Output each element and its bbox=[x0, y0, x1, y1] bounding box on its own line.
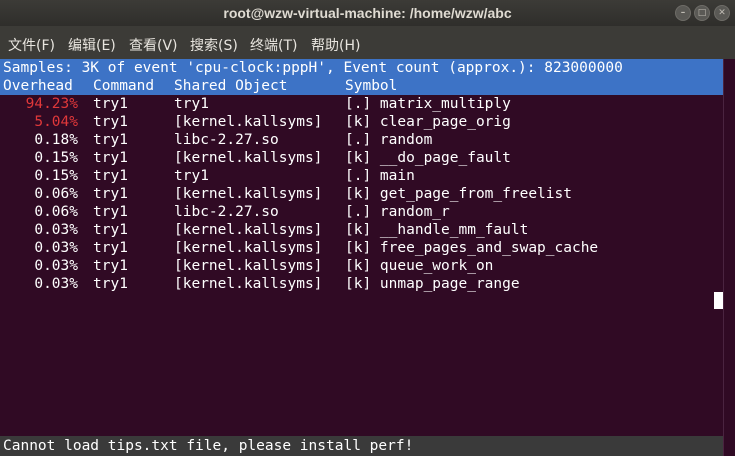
symbol-cell: [k] free_pages_and_swap_cache bbox=[345, 240, 599, 256]
overhead-cell: 0.18% bbox=[34, 132, 78, 148]
perf-row[interactable]: 0.03% try1 [kernel.kallsyms] [k] __handle_m… bbox=[3, 221, 723, 239]
shared-object-cell: libc-2.27.so bbox=[174, 132, 279, 148]
command-cell: try1 bbox=[93, 222, 128, 238]
symbol-cell: [.] random_r bbox=[345, 204, 450, 220]
symbol-cell: [.] random bbox=[345, 132, 433, 148]
command-cell: try1 bbox=[93, 240, 128, 256]
minimize-icon: – bbox=[680, 8, 686, 18]
symbol-cell: [.] matrix_multiply bbox=[345, 96, 511, 112]
command-cell: try1 bbox=[93, 168, 128, 184]
command-cell: try1 bbox=[93, 258, 128, 274]
maximize-button[interactable]: □ bbox=[694, 5, 710, 21]
menu-search[interactable]: 搜索(S) bbox=[190, 35, 238, 55]
command-cell: try1 bbox=[93, 204, 128, 220]
text-cursor bbox=[714, 292, 723, 309]
overhead-cell: 0.06% bbox=[34, 204, 78, 220]
perf-row[interactable]: 0.18% try1 libc-2.27.so [.] random bbox=[3, 131, 723, 149]
shared-object-cell: [kernel.kallsyms] bbox=[174, 222, 323, 238]
overhead-cell: 0.03% bbox=[34, 258, 78, 274]
command-cell: try1 bbox=[93, 132, 128, 148]
perf-row[interactable]: 5.04% try1 [kernel.kallsyms] [k] clear_page… bbox=[3, 113, 723, 131]
status-line: Cannot load tips.txt file, please instal… bbox=[0, 436, 723, 456]
symbol-cell: [k] queue_work_on bbox=[345, 258, 494, 274]
command-cell: try1 bbox=[93, 150, 128, 166]
overhead-cell: 0.03% bbox=[34, 240, 78, 256]
overhead-cell: 0.15% bbox=[34, 168, 78, 184]
symbol-cell: [k] unmap_page_range bbox=[345, 276, 520, 292]
shared-object-cell: [kernel.kallsyms] bbox=[174, 240, 323, 256]
window-title: root@wzw-virtual-machine: /home/wzw/abc bbox=[223, 5, 512, 21]
close-button[interactable]: ✕ bbox=[714, 5, 730, 21]
overhead-cell: 5.04% bbox=[34, 114, 78, 130]
command-cell: try1 bbox=[93, 186, 128, 202]
symbol-cell: [k] __handle_mm_fault bbox=[345, 222, 529, 238]
terminal-content[interactable]: Samples: 3K of event 'cpu-clock:pppH', E… bbox=[0, 59, 723, 456]
menu-edit[interactable]: 编辑(E) bbox=[68, 35, 116, 55]
shared-object-cell: [kernel.kallsyms] bbox=[174, 186, 323, 202]
col-symbol-header: Symbol bbox=[345, 78, 398, 94]
perf-row[interactable]: 0.03% try1 [kernel.kallsyms] [k] queue_work… bbox=[3, 257, 723, 275]
overhead-cell: 0.06% bbox=[34, 186, 78, 202]
menu-terminal[interactable]: 终端(T) bbox=[250, 35, 297, 55]
col-shared-object-header: Shared Object bbox=[174, 78, 288, 94]
shared-object-cell: [kernel.kallsyms] bbox=[174, 114, 323, 130]
perf-row[interactable]: 0.15% try1 try1 [.] main bbox=[3, 167, 723, 185]
perf-row[interactable]: 0.03% try1 [kernel.kallsyms] [k] free_pages… bbox=[3, 239, 723, 257]
shared-object-cell: try1 bbox=[174, 168, 209, 184]
minimize-button[interactable]: – bbox=[675, 5, 691, 21]
scrollbar[interactable] bbox=[723, 59, 735, 456]
menu-bar: 文件(F) 编辑(E) 查看(V) 搜索(S) 终端(T) 帮助(H) bbox=[0, 26, 735, 59]
command-cell: try1 bbox=[93, 96, 128, 112]
close-icon: ✕ bbox=[718, 8, 726, 18]
overhead-cell: 0.15% bbox=[34, 150, 78, 166]
perf-column-headers: Overhead Command Shared Object Symbol bbox=[3, 77, 723, 95]
symbol-cell: [k] get_page_from_freelist bbox=[345, 186, 572, 202]
shared-object-cell: [kernel.kallsyms] bbox=[174, 276, 323, 292]
overhead-cell: 94.23% bbox=[25, 96, 78, 112]
overhead-cell: 0.03% bbox=[34, 222, 78, 238]
perf-row[interactable]: 0.06% try1 libc-2.27.so [.] random_r bbox=[3, 203, 723, 221]
col-overhead-header: Overhead bbox=[3, 78, 73, 94]
menu-view[interactable]: 查看(V) bbox=[129, 35, 178, 55]
perf-summary: Samples: 3K of event 'cpu-clock:pppH', E… bbox=[3, 60, 623, 76]
terminal-window: root@wzw-virtual-machine: /home/wzw/abc … bbox=[0, 0, 735, 456]
title-bar[interactable]: root@wzw-virtual-machine: /home/wzw/abc … bbox=[0, 0, 735, 26]
menu-help[interactable]: 帮助(H) bbox=[311, 35, 360, 55]
shared-object-cell: [kernel.kallsyms] bbox=[174, 258, 323, 274]
perf-row[interactable]: 0.15% try1 [kernel.kallsyms] [k] __do_page_… bbox=[3, 149, 723, 167]
perf-row[interactable]: 94.23% try1 try1 [.] matrix_multiply bbox=[3, 95, 723, 113]
shared-object-cell: libc-2.27.so bbox=[174, 204, 279, 220]
symbol-cell: [k] clear_page_orig bbox=[345, 114, 511, 130]
perf-row[interactable]: 0.03% try1 [kernel.kallsyms] [k] unmap_page… bbox=[3, 275, 723, 293]
col-command-header: Command bbox=[93, 78, 155, 94]
menu-file[interactable]: 文件(F) bbox=[8, 35, 55, 55]
perf-row[interactable]: 0.06% try1 [kernel.kallsyms] [k] get_page_f… bbox=[3, 185, 723, 203]
symbol-cell: [k] __do_page_fault bbox=[345, 150, 511, 166]
shared-object-cell: [kernel.kallsyms] bbox=[174, 150, 323, 166]
shared-object-cell: try1 bbox=[174, 96, 209, 112]
command-cell: try1 bbox=[93, 114, 128, 130]
maximize-icon: □ bbox=[697, 8, 707, 18]
symbol-cell: [.] main bbox=[345, 168, 415, 184]
status-message: Cannot load tips.txt file, please instal… bbox=[3, 438, 414, 454]
overhead-cell: 0.03% bbox=[34, 276, 78, 292]
command-cell: try1 bbox=[93, 276, 128, 292]
